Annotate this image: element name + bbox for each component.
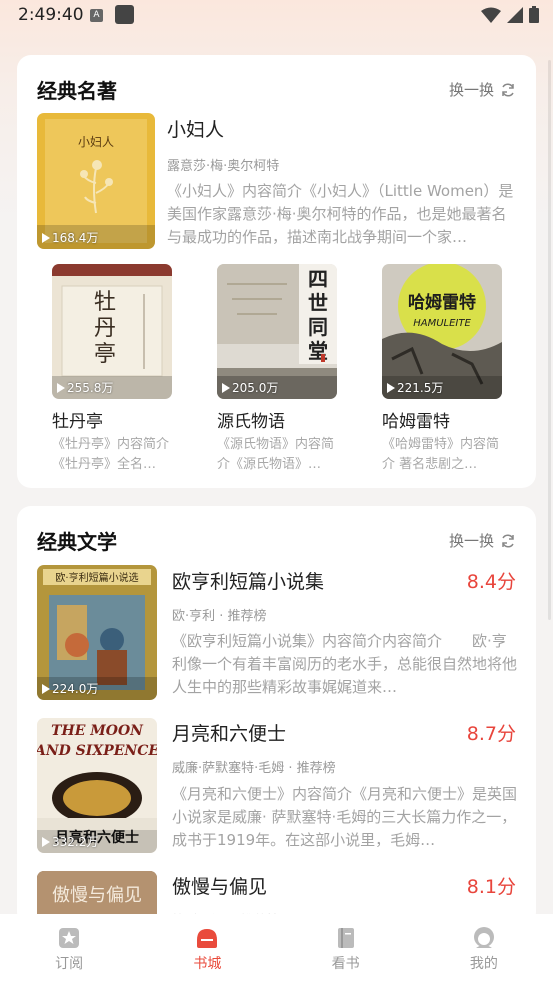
tab-label: 订阅 [55, 956, 84, 972]
notification-square-icon [115, 5, 134, 24]
play-icon [57, 382, 65, 393]
play-count: 224.0万 [42, 680, 98, 697]
book-title[interactable]: 源氏物语 [217, 407, 285, 432]
refresh-icon [502, 533, 514, 548]
tab-reading[interactable]: 看书 [277, 914, 415, 984]
cover-title-text: 四世同堂 [308, 267, 328, 363]
signal-icon [507, 6, 523, 23]
book-description: 《源氏物语》内容简介《源氏物语》… [217, 437, 335, 472]
cover-title-text: 牡丹亭 [94, 290, 116, 367]
book-description: 《小妇人》内容简介《小妇人》（Little Women）是美国作家露意莎·梅·奥… [167, 182, 514, 246]
book-title[interactable]: 牡丹亭 [52, 407, 103, 432]
book-icon [337, 928, 354, 948]
book-cover-hamlet[interactable]: 哈姆雷特 HAMULEITE 221.5万 [382, 264, 502, 399]
refresh-label: 换一换 [448, 81, 494, 99]
play-icon [42, 836, 50, 847]
play-count: 205.0万 [222, 379, 278, 396]
status-time: 2:49:40 [18, 5, 84, 25]
section-title: 经典名著 [37, 79, 117, 103]
book-cover-ohenry[interactable]: 欧·亨利短篇小说选 224.0万 [37, 565, 157, 700]
tab-profile[interactable]: 我的 [415, 914, 553, 984]
section-classic-literature: 经典文学 换一换 欧·亨利短篇小说选 224.0万 欧亨利短篇小说集 8.4分 … [17, 506, 536, 926]
book-title[interactable]: 小妇人 [167, 115, 224, 142]
book-cover-moon-and-sixpence[interactable]: THE MOONAND SIXPENCE 月亮和六便士 332.2万 [37, 718, 157, 853]
cover-title-text: 小妇人 [78, 135, 114, 149]
bookstore-icon [197, 929, 218, 948]
book-title[interactable]: 哈姆雷特 [382, 407, 450, 432]
play-icon [387, 382, 395, 393]
status-icons [481, 6, 539, 23]
section-title: 经典文学 [37, 530, 117, 554]
tab-label: 看书 [331, 956, 360, 972]
book-score: 8.4分 [466, 571, 516, 593]
battery-icon [529, 6, 539, 23]
book-cover-genji[interactable]: 四世同堂 205.0万 [217, 264, 337, 399]
section-classic-masterpieces: 经典名著 换一换 小妇人 168.4万 小妇人 露意莎·梅·奥尔柯特 《小妇人》… [17, 55, 536, 488]
book-cover-peony-pavilion[interactable]: 牡丹亭 255.8万 [52, 264, 172, 399]
play-icon [42, 232, 50, 243]
book-title[interactable]: 傲慢与偏见 [172, 872, 267, 899]
book-score: 8.7分 [466, 723, 516, 745]
status-bar: 2:49:40 A [0, 0, 553, 32]
play-count: 332.2万 [42, 833, 98, 850]
notification-a-icon: A [90, 9, 103, 22]
refresh-icon [502, 82, 514, 97]
scrollbar[interactable] [548, 60, 551, 620]
bottom-tab-bar: 订阅 书城 看书 我的 [0, 914, 553, 984]
profile-icon [473, 927, 494, 948]
tab-label: 我的 [469, 956, 498, 972]
tab-label: 书城 [193, 956, 222, 972]
cover-subtitle-text: HAMULEITE [413, 318, 471, 329]
refresh-label: 换一换 [448, 532, 494, 550]
book-description: 《哈姆雷特》内容简介 著名悲剧之… [382, 437, 500, 472]
refresh-button[interactable]: 换一换 [449, 79, 516, 100]
book-meta: 欧·亨利 · 推荐榜 [172, 609, 267, 624]
play-count: 168.4万 [42, 229, 98, 246]
play-icon [222, 382, 230, 393]
tab-bookstore[interactable]: 书城 [138, 914, 276, 984]
play-count: 221.5万 [387, 379, 443, 396]
star-icon [59, 928, 80, 948]
cover-title-text: 欧·亨利短篇小说选 [55, 571, 138, 584]
book-title[interactable]: 欧亨利短篇小说集 [172, 567, 324, 594]
play-icon [42, 683, 50, 694]
book-author: 露意莎·梅·奥尔柯特 [167, 159, 280, 174]
book-cover-little-women[interactable]: 小妇人 168.4万 [37, 113, 155, 249]
book-description: 《欧亨利短篇小说集》内容简介内容简介 欧·亨利像一个有着丰富阅历的老水手，总能很… [172, 632, 517, 696]
book-description: 《月亮和六便士》内容简介《月亮和六便士》是英国小说家是威廉· 萨默塞特·毛姆的三… [172, 785, 517, 849]
book-description: 《牡丹亭》内容简介《牡丹亭》全名… [52, 437, 170, 472]
book-score: 8.1分 [466, 876, 516, 898]
refresh-button[interactable]: 换一换 [449, 530, 516, 551]
tab-subscribe[interactable]: 订阅 [0, 914, 138, 984]
wifi-icon [481, 7, 501, 23]
book-meta: 威廉·萨默塞特·毛姆 · 推荐榜 [172, 761, 336, 776]
play-count: 255.8万 [57, 379, 113, 396]
book-title[interactable]: 月亮和六便士 [172, 719, 286, 746]
cover-title-text: 哈姆雷特 [408, 292, 476, 313]
cover-title-text: 傲慢与偏见 [52, 885, 142, 906]
